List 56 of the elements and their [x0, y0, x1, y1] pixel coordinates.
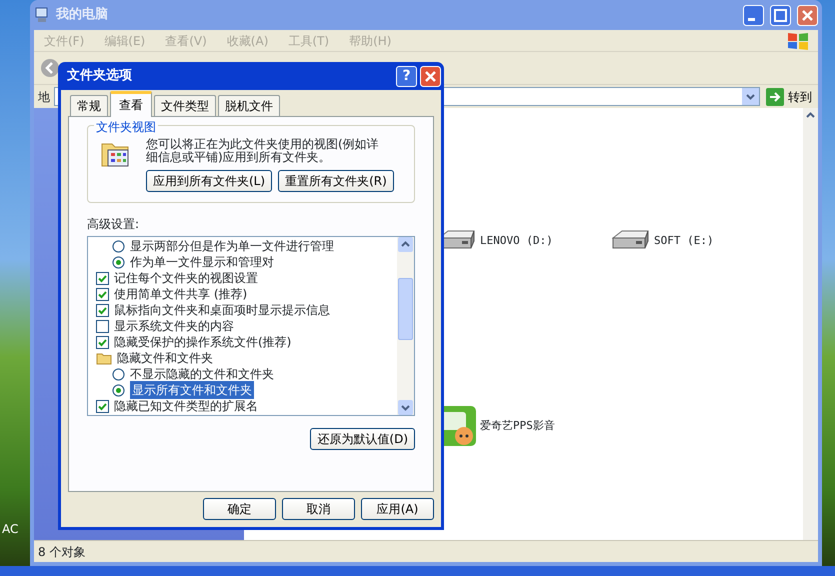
setting-label[interactable]: 显示所有文件和文件夹 [130, 381, 254, 399]
setting-label[interactable]: 使用简单文件共享 (推荐) [114, 285, 248, 303]
advanced-settings-label: 高级设置: [87, 216, 140, 233]
setting-label[interactable]: 鼠标指向文件夹和桌面项时显示提示信息 [114, 301, 330, 319]
tab[interactable]: 文件类型 [154, 95, 216, 116]
status-text: 8 个对象 [38, 544, 86, 560]
checkbox[interactable] [96, 304, 109, 316]
item-label[interactable]: SOFT (E:) [654, 232, 714, 250]
computer-icon [34, 7, 50, 23]
address-label: 地 [38, 88, 50, 106]
close-button[interactable] [420, 66, 441, 86]
tab[interactable]: 查看 [110, 91, 152, 117]
desktop-icon-label: AC [2, 521, 18, 538]
setting-label[interactable]: 隐藏文件和文件夹 [117, 349, 213, 367]
radio-button[interactable] [112, 256, 125, 268]
list-scrollbar[interactable] [397, 237, 414, 415]
setting-label[interactable]: 显示系统文件夹的内容 [114, 317, 234, 335]
help-button[interactable]: ? [396, 66, 417, 86]
maximize-button[interactable] [770, 4, 791, 26]
dialog-button[interactable]: 应用到所有文件夹(L) [146, 170, 272, 192]
setting-label[interactable]: 隐藏已知文件类型的扩展名 [114, 397, 258, 415]
folder-icon [96, 352, 112, 364]
dialog-button[interactable]: 确定 [203, 498, 276, 520]
restore-defaults-button[interactable]: 还原为默认值(D) [310, 428, 415, 450]
back-icon[interactable] [40, 58, 60, 78]
checkbox[interactable] [96, 336, 109, 348]
radio-button[interactable] [112, 240, 125, 252]
setting-label[interactable]: 作为单一文件显示和管理对 [130, 253, 274, 271]
checkbox[interactable] [96, 320, 109, 332]
setting-label[interactable]: 不显示隐藏的文件和文件夹 [130, 365, 274, 383]
scroll-up-icon[interactable] [398, 237, 413, 252]
setting-label[interactable]: 隐藏受保护的操作系统文件(推荐) [114, 333, 292, 351]
group-description: 您可以将正在为此文件夹使用的视图(例如详细信息或平铺)应用到所有文件夹。 [146, 138, 380, 164]
scroll-down-icon[interactable] [398, 400, 413, 415]
tab[interactable]: 脱机文件 [218, 95, 280, 116]
dialog-button[interactable]: 应用(A) [361, 498, 434, 520]
setting-label[interactable]: 显示两部分但是作为单一文件进行管理 [130, 237, 334, 255]
checkbox[interactable] [96, 288, 109, 300]
checkbox[interactable] [96, 400, 109, 412]
item-label[interactable]: LENOVO (D:) [480, 232, 553, 250]
scroll-thumb[interactable] [398, 278, 413, 340]
checkbox[interactable] [96, 272, 109, 284]
window-title: 我的电脑 [56, 6, 109, 24]
dropdown-caret-icon[interactable] [742, 88, 759, 105]
radio-button[interactable] [112, 384, 125, 396]
minimize-button[interactable] [743, 4, 764, 26]
radio-button[interactable] [112, 368, 125, 380]
scrollbar[interactable] [803, 108, 818, 540]
dialog-title: 文件夹选项 [67, 66, 133, 86]
dialog-button[interactable]: 重置所有文件夹(R) [278, 170, 394, 192]
group-title: 文件夹视图 [94, 118, 158, 136]
setting-label[interactable]: 记住每个文件夹的视图设置 [114, 269, 258, 287]
dialog-button[interactable]: 取消 [282, 498, 355, 520]
item-label[interactable]: 爱奇艺PPS影音 [480, 418, 555, 434]
go-button[interactable]: 转到 [764, 88, 814, 106]
tab[interactable]: 常规 [70, 95, 108, 116]
